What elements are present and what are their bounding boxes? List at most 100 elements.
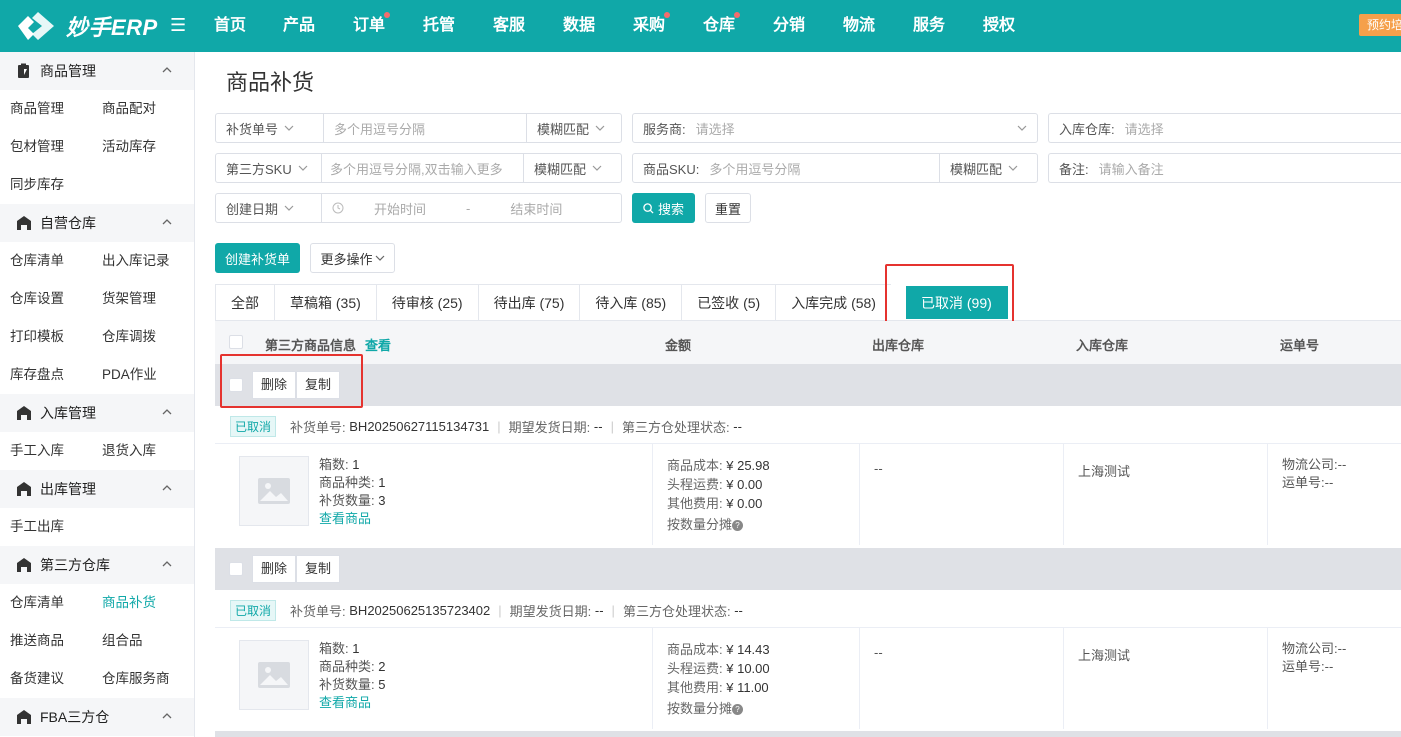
copy-button[interactable]: 复制 [296, 555, 341, 583]
sidebar-item-push-products[interactable]: 推送商品 [0, 622, 92, 660]
warehouse-icon [17, 406, 31, 420]
help-icon[interactable]: ? [732, 704, 744, 715]
menu-toggle-icon[interactable]: ☰ [170, 14, 190, 36]
sidebar-item-warehouse-settings[interactable]: 仓库设置 [0, 280, 92, 318]
sidebar-item-stock-advice[interactable]: 备货建议 [0, 660, 92, 698]
sidebar-item-io-records[interactable]: 出入库记录 [92, 242, 184, 280]
sidebar-item-product-pairing[interactable]: 商品配对 [92, 90, 184, 128]
sidebar-section-own-warehouse[interactable]: 自营仓库 [0, 204, 194, 242]
third-sku-match-select[interactable]: 模糊匹配 [523, 154, 621, 182]
nav-purchase[interactable]: 采购 [614, 0, 684, 52]
sidebar-item-replenishment[interactable]: 商品补货 [92, 584, 184, 622]
notification-dot [384, 12, 390, 18]
product-thumbnail [239, 456, 309, 526]
sidebar-item-tp-warehouse-list[interactable]: 仓库清单 [0, 584, 92, 622]
nav-orders[interactable]: 订单 [334, 0, 404, 52]
notification-dot [664, 12, 670, 18]
nav-logistics[interactable]: 物流 [824, 0, 894, 52]
replenish-no-filter: 补货单号 多个用逗号分隔 模糊匹配 [215, 113, 622, 143]
sidebar-section-fba[interactable]: FBA三方仓 [0, 698, 194, 736]
highlight-box [885, 264, 1014, 328]
chevron-up-icon [162, 485, 172, 491]
row-checkbox[interactable] [229, 562, 243, 576]
tab-pending-inbound[interactable]: 待入库 (85) [580, 284, 683, 321]
warehouse-icon [17, 216, 31, 230]
nav-authorize[interactable]: 授权 [964, 0, 1034, 52]
tab-signed[interactable]: 已签收 (5) [682, 284, 777, 321]
tab-pending-outbound[interactable]: 待出库 (75) [478, 284, 581, 321]
third-sku-type-select[interactable]: 第三方SKU [216, 154, 322, 182]
row-action-bar: 删除 复制 [215, 548, 1401, 590]
tab-all[interactable]: 全部 [215, 284, 275, 321]
sidebar-item-manual-outbound[interactable]: 手工出库 [0, 508, 92, 546]
date-type-select[interactable]: 创建日期 [216, 194, 322, 222]
nav-home[interactable]: 首页 [196, 0, 264, 52]
select-all-checkbox[interactable] [229, 335, 243, 349]
replenish-no-input[interactable]: 多个用逗号分隔 [324, 119, 425, 138]
sidebar: 商品管理 商品管理 商品配对 包材管理 活动库存 同步库存 自营仓库 仓库清单 … [0, 52, 195, 737]
status-badge: 已取消 [230, 415, 277, 437]
top-navbar: 妙手ERP ☰ 首页 产品 订单 托管 客服 数据 采购 仓库 分销 物流 服务… [0, 0, 1401, 52]
in-warehouse-cell: 上海测试 [1064, 444, 1268, 545]
view-link[interactable]: 查看 [365, 335, 391, 354]
sidebar-item-packaging[interactable]: 包材管理 [0, 128, 92, 166]
logo[interactable]: 妙手ERP [14, 8, 158, 44]
view-goods-link[interactable]: 查看商品 [319, 510, 385, 528]
provider-select[interactable]: 服务商: 请选择 [632, 113, 1038, 143]
nav-services[interactable]: 服务 [894, 0, 964, 52]
order-meta-row: 已取消 补货单号: BH20250627115134731 | 期望发货日期: … [215, 406, 1401, 446]
main-nav: 首页 产品 订单 托管 客服 数据 采购 仓库 分销 物流 服务 授权 [196, 0, 1034, 52]
sidebar-item-bundles[interactable]: 组合品 [92, 622, 184, 660]
help-icon[interactable]: ? [732, 520, 744, 531]
sidebar-item-activity-stock[interactable]: 活动库存 [92, 128, 184, 166]
sidebar-item-warehouse-list[interactable]: 仓库清单 [0, 242, 92, 280]
start-date-input[interactable]: 开始时间 [344, 199, 426, 218]
sidebar-item-pda[interactable]: PDA作业 [92, 356, 184, 394]
sidebar-item-print-template[interactable]: 打印模板 [0, 318, 92, 356]
sidebar-section-third-party-warehouse[interactable]: 第三方仓库 [0, 546, 194, 584]
chevron-down-icon [284, 205, 294, 211]
chevron-up-icon [162, 67, 172, 73]
sidebar-item-stocktake[interactable]: 库存盘点 [0, 356, 92, 394]
sidebar-section-product-mgmt[interactable]: 商品管理 [0, 52, 194, 90]
chevron-down-icon [284, 125, 294, 131]
nav-warehouse[interactable]: 仓库 [684, 0, 754, 52]
chevron-up-icon [162, 561, 172, 567]
remark-input[interactable]: 备注: 请输入备注 [1048, 153, 1401, 183]
search-button[interactable]: 搜索 [632, 193, 695, 223]
tab-drafts[interactable]: 草稿箱 (35) [275, 284, 377, 321]
reset-button[interactable]: 重置 [705, 193, 751, 223]
view-goods-link[interactable]: 查看商品 [319, 694, 385, 712]
warehouse-icon [17, 558, 31, 572]
replenish-no-type-select[interactable]: 补货单号 [216, 114, 324, 142]
more-actions-button[interactable]: 更多操作 [310, 243, 395, 273]
sidebar-section-outbound[interactable]: 出库管理 [0, 470, 194, 508]
sidebar-item-manual-inbound[interactable]: 手工入库 [0, 432, 92, 470]
sidebar-item-warehouse-providers[interactable]: 仓库服务商 [92, 660, 184, 698]
sidebar-item-return-inbound[interactable]: 退货入库 [92, 432, 184, 470]
nav-products[interactable]: 产品 [264, 0, 334, 52]
nav-hosting[interactable]: 托管 [404, 0, 474, 52]
sidebar-item-transfer[interactable]: 仓库调拨 [92, 318, 184, 356]
third-sku-input[interactable]: 多个用逗号分隔,双击输入更多 [322, 159, 503, 178]
nav-distribution[interactable]: 分销 [754, 0, 824, 52]
table-row: 箱数: 1 商品种类: 1 补货数量: 3 查看商品 商品成本: ¥ 25.98… [215, 443, 1401, 545]
training-badge[interactable]: 预约培训 [1359, 14, 1401, 36]
end-date-input[interactable]: 结束时间 [470, 199, 562, 218]
delete-button[interactable]: 删除 [252, 555, 297, 583]
in-warehouse-select[interactable]: 入库仓库: 请选择 [1048, 113, 1401, 143]
sidebar-item-shelf-mgmt[interactable]: 货架管理 [92, 280, 184, 318]
nav-service[interactable]: 客服 [474, 0, 544, 52]
sidebar-item-product-mgmt[interactable]: 商品管理 [0, 90, 92, 128]
nav-data[interactable]: 数据 [544, 0, 614, 52]
product-sku-input[interactable]: 多个用逗号分隔 [709, 159, 800, 178]
product-sku-match-select[interactable]: 模糊匹配 [939, 154, 1037, 182]
sidebar-section-inbound[interactable]: 入库管理 [0, 394, 194, 432]
replenish-no-match-select[interactable]: 模糊匹配 [526, 114, 621, 142]
create-replenishment-button[interactable]: 创建补货单 [215, 243, 300, 273]
sidebar-item-sync-stock[interactable]: 同步库存 [0, 166, 92, 204]
tab-pending-review[interactable]: 待审核 (25) [376, 284, 479, 321]
tab-inbound-complete[interactable]: 入库完成 (58) [776, 284, 891, 321]
image-placeholder-icon [258, 662, 290, 688]
status-badge: 已取消 [230, 599, 277, 621]
